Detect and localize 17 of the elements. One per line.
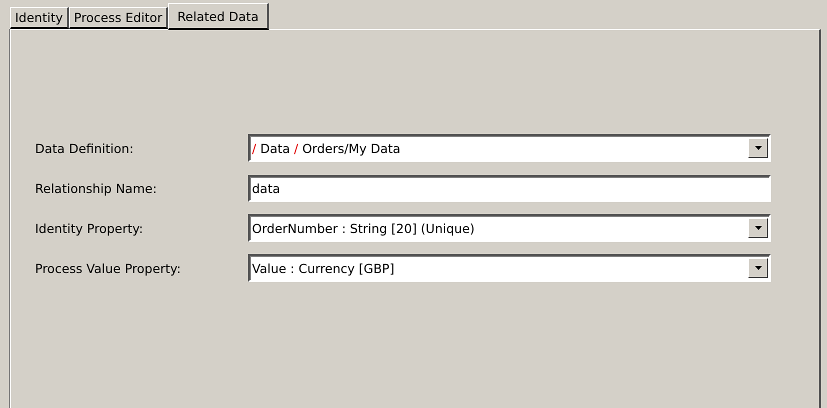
dropdown[interactable]: / Data / Orders/My Data [248,134,771,162]
tab[interactable]: Process Editor [68,7,168,29]
input-field[interactable]: data [248,174,771,202]
field-label: Process Value Property: [34,260,182,276]
field-label: Identity Property: [34,220,144,236]
dropdown-button[interactable] [748,138,768,158]
caret-icon [754,226,762,230]
dropdown[interactable]: OrderNumber : String [20] (Unique) [248,214,771,242]
dropdown-button[interactable] [748,258,768,278]
field-label: Data Definition: [34,140,135,156]
caret-icon [754,266,762,270]
field-label: Relationship Name: [34,180,158,196]
dropdown-button[interactable] [748,218,768,238]
caret-icon [754,146,762,150]
tab[interactable]: Identity [10,7,69,29]
dropdown[interactable]: Value : Currency [GBP] [248,254,771,282]
tab[interactable]: Related Data [168,3,269,30]
